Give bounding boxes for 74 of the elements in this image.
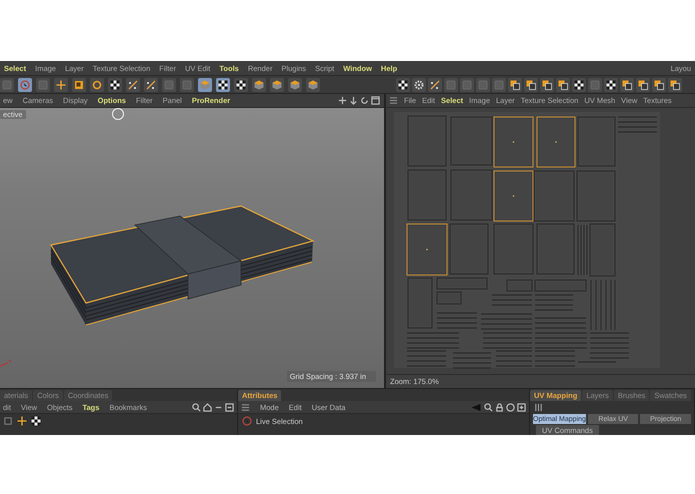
checker-icon <box>574 80 584 90</box>
cube-icon <box>200 80 210 90</box>
move-icon[interactable] <box>338 96 347 105</box>
tool-button[interactable] <box>524 78 538 92</box>
tool-button[interactable] <box>288 78 302 92</box>
cube-icon <box>272 80 282 90</box>
square-icon <box>2 80 12 90</box>
cube-icon <box>290 80 300 90</box>
scale-icon <box>74 80 84 90</box>
grid-icon[interactable] <box>241 402 250 412</box>
tool-button[interactable] <box>620 78 634 92</box>
grid-icon[interactable] <box>389 96 398 105</box>
tool-button[interactable] <box>144 78 158 92</box>
pen-icon <box>146 80 156 90</box>
tool-button[interactable] <box>72 78 86 92</box>
tool-button[interactable] <box>652 78 666 92</box>
arrow-down-icon[interactable] <box>349 96 358 105</box>
home-icon[interactable] <box>203 402 212 412</box>
tool-button[interactable] <box>216 78 230 92</box>
square-icon <box>494 80 504 90</box>
square-icon <box>462 80 472 90</box>
tool-button[interactable] <box>412 78 426 92</box>
tool-button[interactable] <box>108 78 122 92</box>
tool-button[interactable] <box>396 78 410 92</box>
plus-icon <box>56 80 66 90</box>
window-icon[interactable] <box>371 96 380 105</box>
cube-icon <box>254 80 264 90</box>
tool-button[interactable] <box>270 78 284 92</box>
tool-button[interactable] <box>540 78 554 92</box>
square-icon <box>164 80 174 90</box>
tool-button[interactable] <box>306 78 320 92</box>
lock-icon[interactable] <box>495 402 504 412</box>
axis-icon <box>0 358 12 368</box>
gear-icon <box>414 80 424 90</box>
tool-button[interactable] <box>604 78 618 92</box>
cursor-icon <box>242 416 252 426</box>
tool-button[interactable] <box>126 78 140 92</box>
square-icon <box>38 80 48 90</box>
tool-button[interactable] <box>556 78 570 92</box>
tool-button[interactable] <box>572 78 586 92</box>
tool-button[interactable] <box>198 78 212 92</box>
tool-button[interactable] <box>90 78 104 92</box>
square-icon <box>446 80 456 90</box>
search-icon[interactable] <box>192 402 201 412</box>
tool-button[interactable] <box>636 78 650 92</box>
rotate-icon <box>92 80 102 90</box>
square-icon <box>478 80 488 90</box>
cursor-icon <box>20 80 30 90</box>
checker-icon <box>31 416 41 426</box>
square-icon <box>590 80 600 90</box>
search-icon[interactable] <box>484 402 493 412</box>
window-icon[interactable] <box>517 402 526 412</box>
checker-icon <box>110 80 120 90</box>
checker-icon <box>218 80 228 90</box>
tool-button[interactable] <box>668 78 682 92</box>
pen-icon <box>430 80 440 90</box>
tool-button[interactable] <box>234 78 248 92</box>
checker-icon <box>606 80 616 90</box>
tool-button[interactable] <box>428 78 442 92</box>
square-icon[interactable] <box>4 416 13 426</box>
checker-icon <box>236 80 246 90</box>
window-icon[interactable] <box>225 402 234 412</box>
cube-icon <box>308 80 318 90</box>
target-icon[interactable] <box>506 402 515 412</box>
cursor-circle-icon <box>111 107 125 121</box>
tool-button[interactable] <box>252 78 266 92</box>
plus-icon <box>17 416 27 426</box>
tool-button[interactable] <box>508 78 522 92</box>
tool-button[interactable] <box>54 78 68 92</box>
square-icon <box>182 80 192 90</box>
checker-icon <box>398 80 408 90</box>
rotate-icon[interactable] <box>360 96 369 105</box>
pen-icon <box>128 80 138 90</box>
grid-icon[interactable] <box>534 402 543 412</box>
